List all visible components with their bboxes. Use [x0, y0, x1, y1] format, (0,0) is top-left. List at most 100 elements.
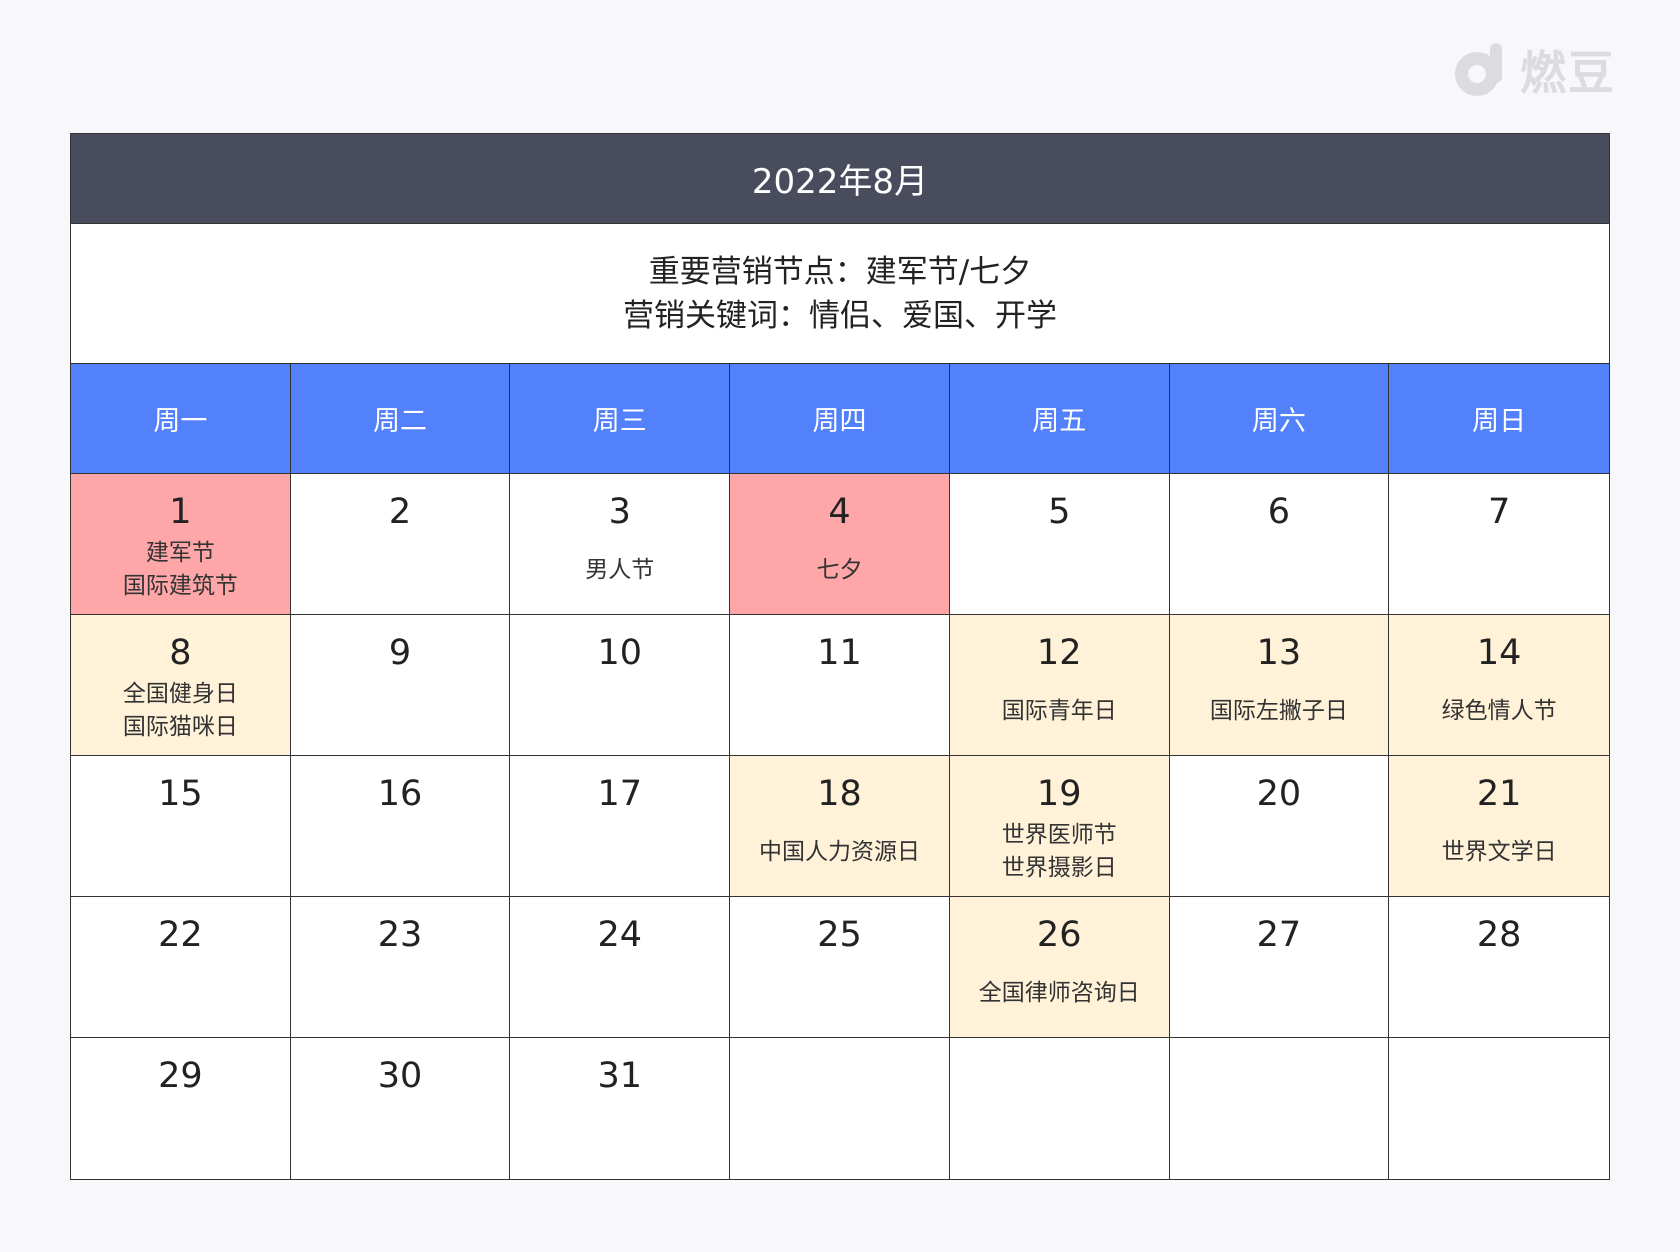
day-number: 26 [1036, 915, 1082, 955]
day-number: 9 [388, 633, 412, 673]
day-number: 25 [817, 915, 862, 955]
day-events: 中国人力资源日 [759, 814, 920, 896]
day-cell-9[interactable]: 9 [290, 615, 511, 756]
weekday-header: 周日 [1389, 364, 1609, 474]
day-cell-24[interactable]: 24 [510, 897, 731, 1038]
day-cell-16[interactable]: 16 [290, 756, 511, 897]
day-number: 11 [817, 633, 862, 673]
event-label: 七夕 [816, 556, 863, 583]
event-label: 男人节 [585, 556, 655, 583]
weekday-header: 周三 [510, 364, 731, 474]
brand-logo: 燃豆 [1450, 38, 1616, 102]
day-cell-18[interactable]: 18 中国人力资源日 [730, 756, 950, 897]
day-cell-25[interactable]: 25 [730, 897, 950, 1038]
day-number: 7 [1487, 492, 1511, 532]
day-number: 4 [828, 492, 851, 532]
brand-name: 燃豆 [1520, 46, 1616, 100]
event-label: 国际猫咪日 [122, 714, 238, 740]
calendar: 2022年8月 重要营销节点：建军节/七夕 营销关键词：情侣、爱国、开学 周一周… [70, 133, 1610, 1180]
day-cell-30[interactable]: 30 [290, 1038, 511, 1179]
day-cell-23[interactable]: 23 [290, 897, 511, 1038]
day-cell-7[interactable]: 7 [1389, 474, 1609, 615]
day-number: 16 [377, 774, 423, 814]
day-events: 男人节 [585, 532, 654, 614]
day-number: 12 [1036, 633, 1082, 673]
day-cell-11[interactable]: 11 [730, 615, 950, 756]
event-label: 世界文学日 [1441, 838, 1557, 865]
day-number: 20 [1256, 774, 1302, 814]
marketing-key-dates: 重要营销节点：建军节/七夕 [648, 253, 1032, 290]
day-cell-13[interactable]: 13 国际左撇子日 [1169, 615, 1390, 756]
day-events: 世界文学日 [1442, 814, 1557, 896]
day-number: 15 [158, 774, 203, 814]
month-title: 2022年8月 [71, 134, 1609, 224]
day-number: 5 [1048, 492, 1071, 532]
day-number: 13 [1256, 633, 1302, 673]
weekday-header: 周六 [1169, 364, 1390, 474]
day-cell-29[interactable]: 29 [71, 1038, 291, 1179]
empty-day-cell [730, 1038, 950, 1179]
brand-d-icon [1455, 43, 1502, 96]
day-cell-15[interactable]: 15 [71, 756, 291, 897]
day-cell-3[interactable]: 3 男人节 [510, 474, 731, 615]
marketing-info: 重要营销节点：建军节/七夕 营销关键词：情侣、爱国、开学 [71, 224, 1609, 364]
event-label: 国际左撇子日 [1209, 697, 1348, 724]
day-cell-28[interactable]: 28 [1389, 897, 1609, 1038]
day-cell-5[interactable]: 5 [949, 474, 1170, 615]
day-cell-4[interactable]: 4 七夕 [730, 474, 950, 615]
event-label: 建军节 [145, 540, 215, 566]
weekday-header: 周二 [290, 364, 511, 474]
day-number: 23 [377, 915, 423, 955]
day-number: 2 [388, 492, 412, 532]
day-events: 全国健身日国际猫咪日 [123, 673, 238, 755]
day-number: 22 [158, 915, 203, 955]
day-number: 28 [1476, 915, 1522, 955]
day-cell-31[interactable]: 31 [510, 1038, 731, 1179]
weekday-header-row: 周一 周二 周三 周四 周五 周六 周日 [71, 364, 1609, 474]
day-events: 绿色情人节 [1442, 673, 1557, 755]
day-cell-26[interactable]: 26 全国律师咨询日 [949, 897, 1170, 1038]
day-number: 8 [169, 633, 192, 673]
day-cell-17[interactable]: 17 [510, 756, 731, 897]
day-cell-27[interactable]: 27 [1169, 897, 1390, 1038]
event-label: 绿色情人节 [1441, 697, 1557, 724]
day-number: 30 [377, 1056, 423, 1096]
event-label: 国际建筑节 [122, 573, 238, 599]
marketing-keywords: 营销关键词：情侣、爱国、开学 [623, 297, 1057, 334]
day-grid: 1 建军节 国际建筑节 2 3 男人节 4 七夕 5 6 7 8 全国健身日 国际猫咪日 9 10 11 12 国际… [71, 474, 1609, 1179]
event-label: 世界医师节 [1001, 822, 1117, 848]
weekday-header: 周一 [71, 364, 291, 474]
day-number: 21 [1476, 774, 1522, 814]
day-cell-21[interactable]: 21 世界文学日 [1389, 756, 1609, 897]
weekday-header: 周五 [949, 364, 1170, 474]
event-label: 全国健身日 [122, 681, 238, 707]
day-cell-2[interactable]: 2 [290, 474, 511, 615]
event-label: 全国律师咨询日 [978, 979, 1140, 1006]
day-number: 27 [1256, 915, 1302, 955]
day-cell-22[interactable]: 22 [71, 897, 291, 1038]
day-cell-12[interactable]: 12 国际青年日 [949, 615, 1170, 756]
event-label: 国际青年日 [1001, 697, 1117, 724]
day-cell-6[interactable]: 6 [1169, 474, 1390, 615]
day-cell-8[interactable]: 8 全国健身日 国际猫咪日 [71, 615, 291, 756]
day-number: 6 [1267, 492, 1291, 532]
empty-day-cell [1169, 1038, 1390, 1179]
day-number: 18 [817, 774, 862, 814]
day-events: 建军节 国际建筑节 [123, 532, 238, 614]
day-cell-20[interactable]: 20 [1169, 756, 1390, 897]
day-cell-10[interactable]: 10 [510, 615, 731, 756]
day-number: 29 [158, 1056, 203, 1096]
day-cell-1[interactable]: 1 建军节 国际建筑节 [71, 474, 291, 615]
weekday-header: 周四 [730, 364, 950, 474]
day-events: 全国律师咨询日 [979, 955, 1140, 1037]
day-events: 世界医师节 世界摄影日 [1002, 814, 1117, 896]
day-number: 14 [1476, 633, 1522, 673]
event-label: 中国人力资源日 [758, 838, 920, 865]
day-number: 24 [597, 915, 643, 955]
day-number: 3 [608, 492, 631, 532]
day-cell-19[interactable]: 19 世界医师节 世界摄影日 [949, 756, 1170, 897]
empty-day-cell [1389, 1038, 1609, 1179]
day-number: 10 [597, 633, 643, 673]
empty-day-cell [949, 1038, 1170, 1179]
day-cell-14[interactable]: 14 绿色情人节 [1389, 615, 1609, 756]
